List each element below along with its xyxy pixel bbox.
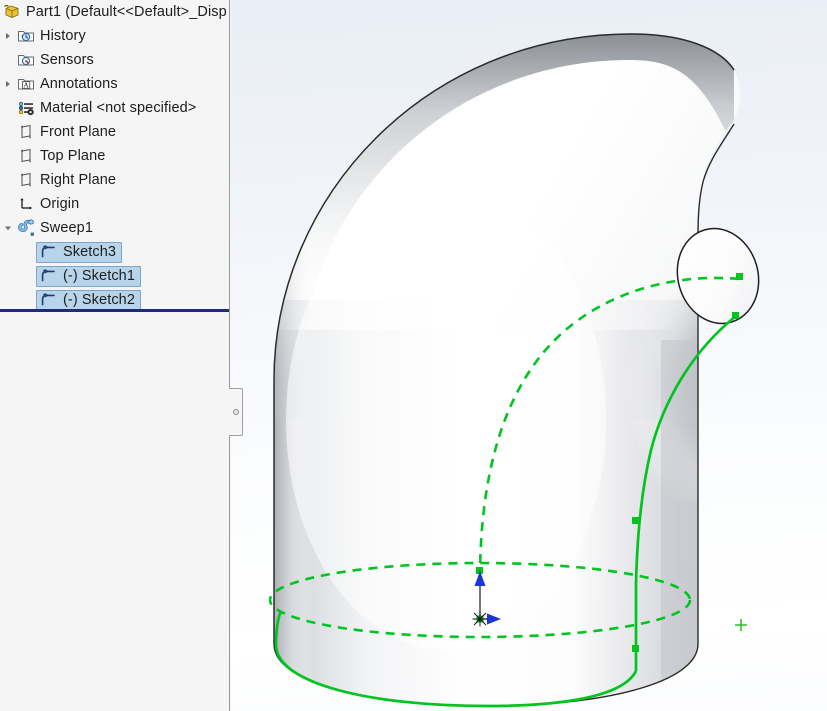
feature-manager-tree-panel[interactable]: Part1 (Default<<Default>_Disp History Se… — [0, 0, 230, 711]
tree-item-origin[interactable]: Origin — [0, 192, 229, 216]
origin-icon — [16, 194, 36, 214]
tree-item-label: (-) Sketch2 — [63, 292, 136, 308]
selection-highlight: (-) Sketch2 — [36, 289, 142, 311]
selection-highlight: Sketch3 — [36, 241, 123, 263]
solidworks-window: Part1 (Default<<Default>_Disp History Se… — [0, 0, 827, 711]
tree-item-sensors[interactable]: Sensors — [0, 48, 229, 72]
history-folder-icon — [16, 26, 36, 46]
splitter-dot-icon — [232, 409, 239, 415]
material-icon — [16, 98, 36, 118]
annotations-folder-icon: A — [16, 74, 36, 94]
tree-item-part-document[interactable]: Part1 (Default<<Default>_Disp — [0, 0, 229, 24]
tree-item-label: Origin — [40, 196, 80, 212]
sketch-point-guide-end[interactable] — [632, 645, 639, 652]
tree-item-label: Sweep1 — [40, 220, 93, 236]
inner-bend-edge — [697, 123, 735, 644]
green-cross-marker — [735, 619, 747, 631]
tree-item-sketch1[interactable]: (-) Sketch1 — [0, 264, 229, 288]
chevron-right-icon[interactable] — [0, 24, 16, 48]
sketch-icon — [39, 290, 59, 310]
sketch-icon — [39, 242, 59, 262]
tree-item-label: Annotations — [40, 76, 118, 92]
tree-item-label: Right Plane — [40, 172, 117, 188]
plane-icon — [16, 122, 36, 142]
tree-item-right-plane[interactable]: Right Plane — [0, 168, 229, 192]
tree-item-label: Material <not specified> — [40, 100, 197, 116]
origin-point-marker[interactable] — [472, 611, 488, 627]
panel-splitter-handle[interactable] — [229, 388, 243, 436]
tree-item-history[interactable]: History — [0, 24, 229, 48]
tree-item-label: Top Plane — [40, 148, 106, 164]
svg-text:A: A — [23, 80, 29, 89]
tree-item-front-plane[interactable]: Front Plane — [0, 120, 229, 144]
tree-item-label: Part1 (Default<<Default>_Disp — [26, 4, 227, 20]
tree-item-sketch3[interactable]: Sketch3 — [0, 240, 229, 264]
tree-item-label: Sensors — [40, 52, 94, 68]
sensors-folder-icon — [16, 50, 36, 70]
part-document-icon — [2, 2, 22, 22]
tree-item-annotations[interactable]: A Annotations — [0, 72, 229, 96]
sketch-point-guide-mid[interactable] — [632, 517, 639, 524]
tree-item-sweep1[interactable]: Sweep1 — [0, 216, 229, 240]
tree-item-material[interactable]: Material <not specified> — [0, 96, 229, 120]
plane-icon — [16, 146, 36, 166]
plane-icon — [16, 170, 36, 190]
tree-item-label: (-) Sketch1 — [63, 268, 136, 284]
graphics-viewport[interactable] — [231, 0, 827, 711]
model-canvas — [268, 30, 811, 710]
tree-item-top-plane[interactable]: Top Plane — [0, 144, 229, 168]
sketch-icon — [39, 266, 59, 286]
selection-highlight: (-) Sketch1 — [36, 265, 142, 287]
rollback-bar[interactable] — [0, 309, 229, 312]
tree-item-label: Sketch3 — [63, 244, 117, 260]
sketch-point-cap-bottom[interactable] — [732, 312, 739, 319]
tree-item-label: History — [40, 28, 86, 44]
chevron-down-icon[interactable] — [0, 216, 16, 240]
sketch-point-cap-center[interactable] — [736, 273, 743, 280]
swept-elbow-body[interactable] — [271, 30, 811, 710]
tree-item-label: Front Plane — [40, 124, 117, 140]
sweep-feature-icon — [16, 218, 36, 238]
chevron-right-icon[interactable] — [0, 72, 16, 96]
